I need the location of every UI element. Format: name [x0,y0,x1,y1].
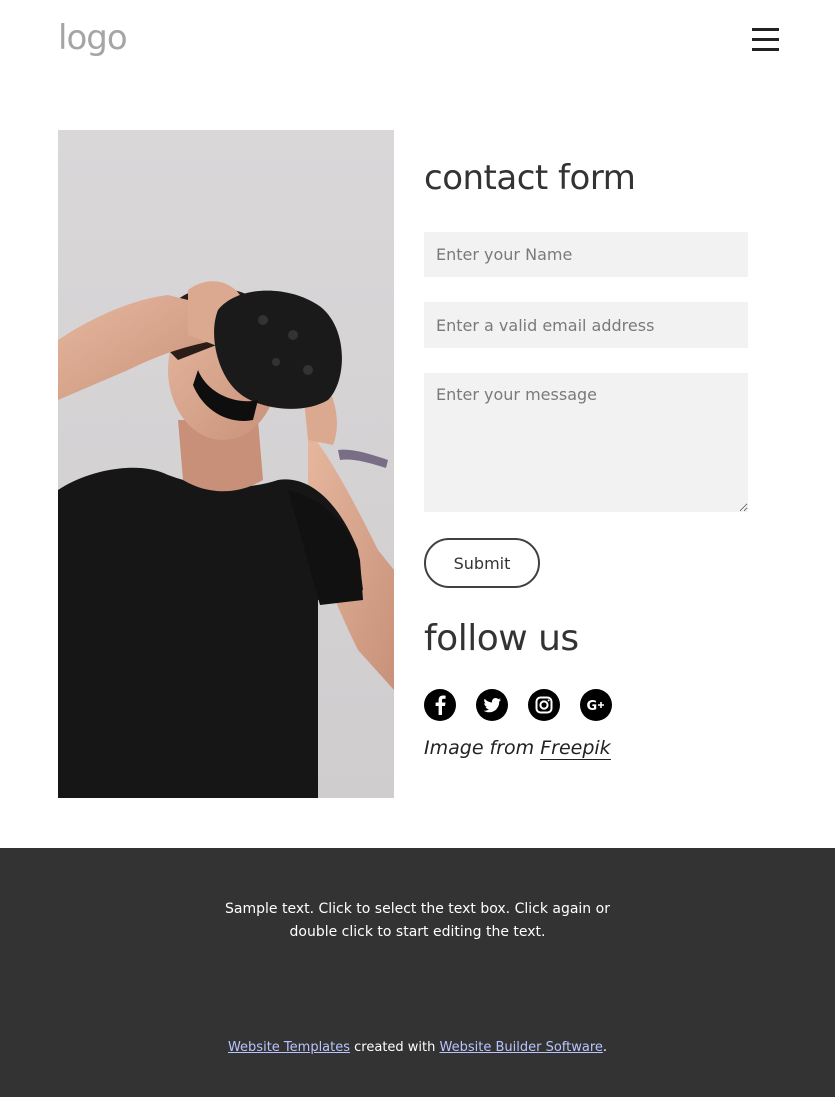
footer-middle-text: created with [350,1040,440,1055]
facebook-icon[interactable] [424,689,456,721]
credit-prefix: Image from [424,737,541,759]
twitter-icon[interactable] [476,689,508,721]
submit-button[interactable]: Submit [424,538,540,588]
menu-bar-bottom [752,48,779,51]
footer-sample-text: Sample text. Click to select the text bo… [225,901,610,940]
footer-suffix: . [602,1040,608,1055]
vr-man-illustration [58,130,394,798]
hamburger-menu-icon[interactable] [752,28,779,52]
contact-form-title: contact form [424,158,636,198]
footer-credits: Website Templates created with Website B… [0,1040,835,1055]
message-textarea[interactable] [424,373,748,512]
menu-bar-top [752,28,779,31]
email-input[interactable] [424,302,748,348]
footer: Sample text. Click to select the text bo… [0,848,835,1097]
google-plus-icon[interactable]: G [580,689,612,721]
svg-text:G: G [587,699,598,714]
header: logo [0,0,835,90]
website-builder-link[interactable]: Website Builder Software [440,1040,603,1055]
hero-image [58,130,394,798]
name-input[interactable] [424,232,748,277]
logo[interactable]: logo [58,18,128,58]
freepik-link[interactable]: Freepik [540,737,611,760]
website-templates-link[interactable]: Website Templates [228,1040,350,1055]
image-credit: Image from Freepik [424,737,611,760]
menu-bar-middle [752,38,779,41]
follow-us-title: follow us [424,618,579,659]
instagram-icon[interactable] [528,689,560,721]
